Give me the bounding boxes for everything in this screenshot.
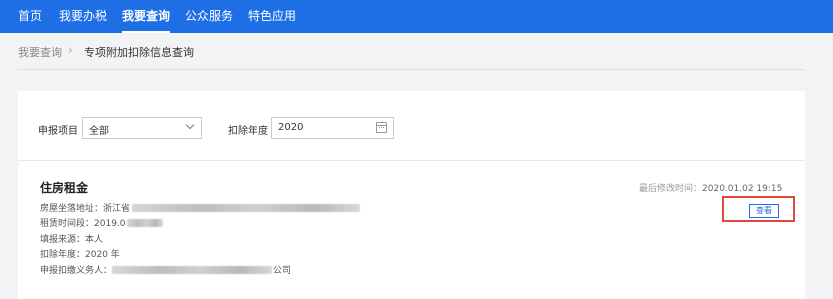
section-divider bbox=[18, 160, 805, 161]
deduction-year-field-label: 扣除年度： bbox=[40, 250, 86, 260]
source-label: 填报来源： bbox=[40, 235, 86, 245]
nav-item-public-services[interactable]: 公众服务 bbox=[185, 0, 233, 33]
calendar-icon[interactable] bbox=[376, 122, 387, 133]
source-row: 填报来源：本人 bbox=[40, 234, 103, 247]
address-row: 房屋坐落地址：浙江省 bbox=[40, 203, 361, 216]
last-modified-value: 2020.01.02 19:15 bbox=[702, 184, 783, 194]
address-value: 浙江省 bbox=[103, 204, 131, 214]
breadcrumb-parent-link[interactable]: 我要查询 bbox=[18, 44, 62, 60]
nav-item-tax-handling[interactable]: 我要办税 bbox=[59, 0, 107, 33]
breadcrumb: 我要查询 › 专项附加扣除信息查询 bbox=[18, 33, 805, 70]
nav-item-query-label: 我要查询 bbox=[122, 9, 171, 23]
view-button[interactable]: 查看 bbox=[749, 204, 779, 218]
declare-item-select[interactable]: 全部 bbox=[82, 117, 202, 139]
top-navigation: 首页 我要办税 我要查询 公众服务 特色应用 bbox=[0, 0, 833, 33]
nav-item-query[interactable]: 我要查询 bbox=[122, 0, 171, 33]
lease-period-value: 2019.0 bbox=[94, 219, 126, 229]
record-title: 住房租金 bbox=[40, 181, 89, 195]
last-modified: 最后修改时间：2020.01.02 19:15 bbox=[639, 181, 782, 194]
withholder-value: 公司 bbox=[273, 266, 292, 276]
deduction-year-label: 扣除年度 bbox=[228, 126, 268, 137]
redacted-withholder bbox=[112, 265, 273, 274]
declare-item-selected-value: 全部 bbox=[89, 126, 109, 137]
nav-item-home[interactable]: 首页 bbox=[18, 0, 42, 33]
address-label: 房屋坐落地址： bbox=[40, 204, 104, 214]
deduction-year-row: 扣除年度：2020 年 bbox=[40, 249, 120, 262]
deduction-year-value: 2020 bbox=[278, 122, 304, 133]
deduction-year-field-value: 2020 年 bbox=[85, 250, 120, 260]
redacted-address bbox=[132, 203, 361, 212]
source-value: 本人 bbox=[85, 235, 104, 245]
lease-period-row: 租赁时间段：2019.0 bbox=[40, 218, 163, 231]
lease-period-label: 租赁时间段： bbox=[40, 219, 95, 229]
withholder-row: 申报扣缴义务人： 公司 bbox=[40, 265, 291, 278]
redacted-lease-period bbox=[126, 218, 163, 227]
query-panel: 申报项目 全部 扣除年度 2020 住房租金 最后修改时间：2020.01.02… bbox=[18, 91, 805, 299]
nav-item-featured-apps[interactable]: 特色应用 bbox=[248, 0, 296, 33]
breadcrumb-separator: › bbox=[68, 43, 73, 57]
withholder-label: 申报扣缴义务人： bbox=[40, 266, 113, 276]
deduction-year-picker[interactable]: 2020 bbox=[271, 117, 394, 139]
last-modified-label: 最后修改时间： bbox=[639, 184, 703, 194]
chevron-down-icon bbox=[185, 120, 195, 130]
declare-item-label: 申报项目 bbox=[38, 126, 78, 137]
breadcrumb-current: 专项附加扣除信息查询 bbox=[84, 46, 194, 59]
